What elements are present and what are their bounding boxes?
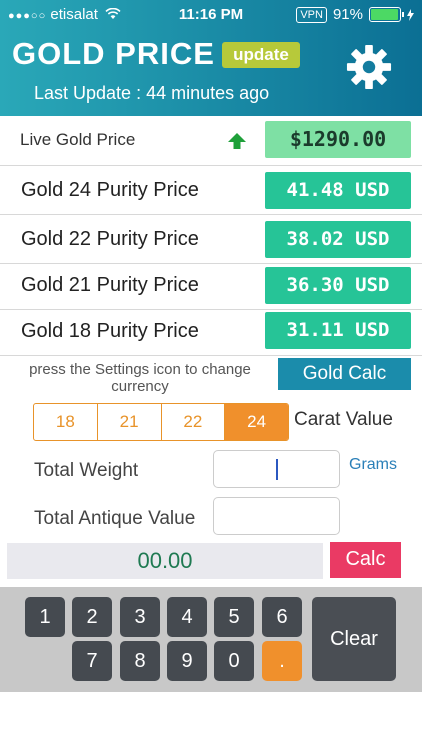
- battery-percent: 91%: [332, 6, 363, 23]
- carat-option-21[interactable]: 21: [98, 404, 162, 440]
- key-3[interactable]: 3: [120, 597, 160, 637]
- live-price-value: $1290.00: [265, 121, 411, 158]
- update-button[interactable]: update: [222, 42, 300, 68]
- settings-hint: press the Settings icon to change curren…: [29, 361, 251, 395]
- arrow-up-icon: [228, 133, 246, 149]
- price-label: Gold 21 Purity Price: [21, 274, 199, 296]
- total-weight-input[interactable]: [213, 450, 340, 488]
- carat-value-label: Carat Value: [294, 409, 393, 430]
- app-title: GOLD PRICE: [12, 36, 215, 71]
- numeric-keypad: 1 2 3 4 5 6 7 8 9 0 . Clear: [0, 587, 422, 692]
- carat-option-22[interactable]: 22: [162, 404, 226, 440]
- text-caret: [276, 459, 278, 480]
- key-9[interactable]: 9: [167, 641, 207, 681]
- key-0[interactable]: 0: [214, 641, 254, 681]
- gear-icon[interactable]: [346, 44, 392, 90]
- price-value-24: 41.48 USD: [265, 172, 411, 209]
- calc-button[interactable]: Calc: [330, 542, 401, 578]
- key-7[interactable]: 7: [72, 641, 112, 681]
- price-value-22: 38.02 USD: [265, 221, 411, 258]
- status-right: VPN 91%: [296, 6, 414, 23]
- antique-value-input[interactable]: [213, 497, 340, 535]
- total-weight-label: Total Weight: [34, 460, 139, 481]
- key-1[interactable]: 1: [25, 597, 65, 637]
- calc-result: 00.00: [7, 543, 323, 579]
- key-5[interactable]: 5: [214, 597, 254, 637]
- price-label: Gold 22 Purity Price: [21, 228, 199, 250]
- grams-unit-label[interactable]: Grams: [349, 456, 397, 474]
- app-header: ●●●○○ etisalat 11:16 PM VPN 91% GOLD PRI…: [0, 0, 422, 116]
- carat-selector: 18 21 22 24: [33, 403, 289, 441]
- price-label: Gold 18 Purity Price: [21, 320, 199, 342]
- price-value-21: 36.30 USD: [265, 267, 411, 304]
- vpn-badge: VPN: [296, 6, 327, 23]
- gold-calc-button[interactable]: Gold Calc: [278, 358, 411, 390]
- carat-option-24[interactable]: 24: [225, 404, 288, 440]
- price-value-18: 31.11 USD: [265, 312, 411, 349]
- key-6[interactable]: 6: [262, 597, 302, 637]
- key-decimal[interactable]: .: [262, 641, 302, 681]
- live-price-label: Live Gold Price: [20, 130, 136, 149]
- key-8[interactable]: 8: [120, 641, 160, 681]
- price-label: Gold 24 Purity Price: [21, 179, 199, 201]
- key-2[interactable]: 2: [72, 597, 112, 637]
- clear-button[interactable]: Clear: [312, 597, 396, 681]
- battery-icon: [369, 7, 404, 22]
- charging-icon: [407, 8, 414, 21]
- key-4[interactable]: 4: [167, 597, 207, 637]
- carat-option-18[interactable]: 18: [34, 404, 98, 440]
- antique-value-label: Total Antique Value: [34, 508, 196, 529]
- status-bar: ●●●○○ etisalat 11:16 PM VPN 91%: [0, 0, 422, 30]
- last-update-text: Last Update : 44 minutes ago: [34, 83, 270, 103]
